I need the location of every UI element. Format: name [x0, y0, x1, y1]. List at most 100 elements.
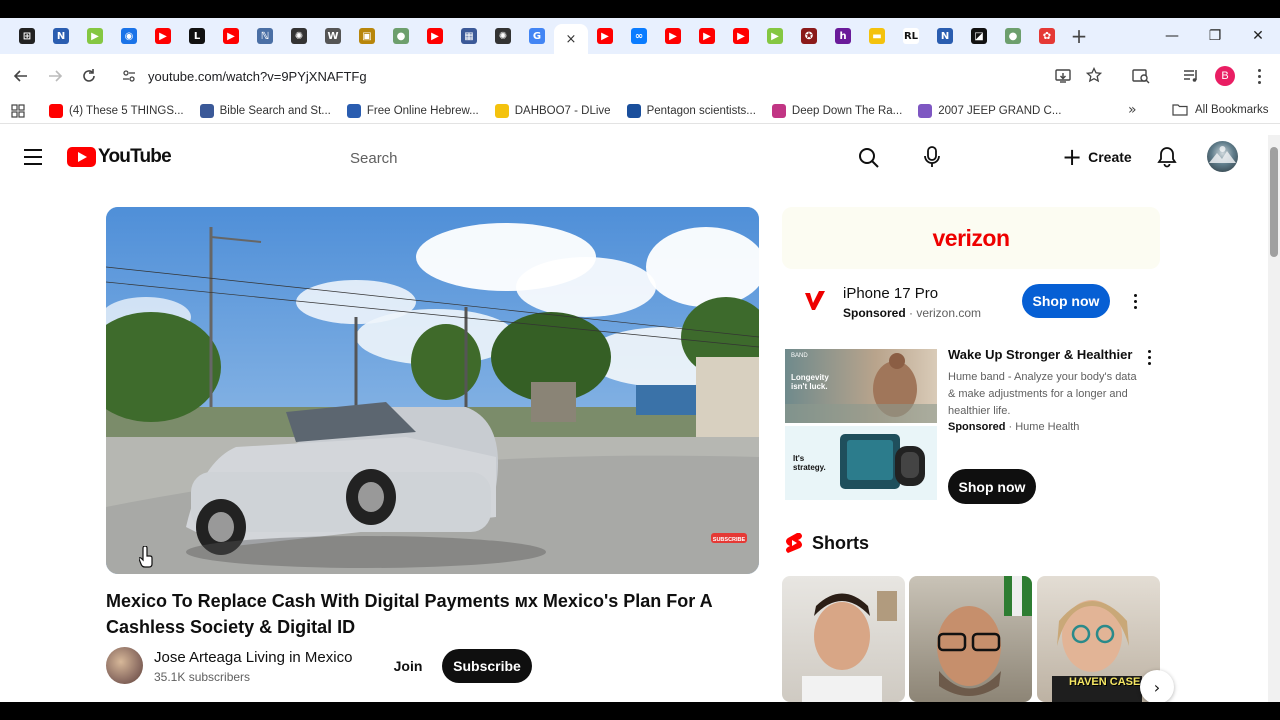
- ad1-shop-now-button[interactable]: Shop now: [1022, 284, 1110, 318]
- short-3-caption: HAVEN CASE: [1069, 676, 1141, 688]
- browser-tab[interactable]: ▶: [758, 23, 792, 49]
- bookmark-star-icon[interactable]: [1086, 67, 1102, 83]
- browser-tab[interactable]: N: [928, 23, 962, 49]
- shorts-next-button[interactable]: ›: [1140, 670, 1174, 704]
- browser-menu-button[interactable]: [1251, 66, 1267, 86]
- youtube-favicon-icon: ▶: [597, 28, 613, 44]
- back-arrow-icon: [13, 70, 27, 82]
- hume-ad-image-bottom[interactable]: It's strategy.: [785, 426, 937, 500]
- channel-name[interactable]: Jose Arteaga Living in Mexico: [154, 649, 352, 666]
- hume-ad-image-top[interactable]: BAND Longevity isn't luck.: [785, 349, 937, 423]
- browser-tab[interactable]: ▣: [350, 23, 384, 49]
- forward-button[interactable]: [38, 59, 72, 93]
- browser-tab[interactable]: ●: [384, 23, 418, 49]
- browser-tab[interactable]: ▦: [452, 23, 486, 49]
- voice-search-button[interactable]: [912, 137, 952, 177]
- bookmarks-bar: (4) These 5 THINGS... Bible Search and St…: [0, 98, 1280, 124]
- browser-tab[interactable]: ▶: [690, 23, 724, 49]
- ad2-more-options-icon[interactable]: [1139, 347, 1159, 367]
- all-bookmarks-button[interactable]: All Bookmarks: [1172, 103, 1269, 117]
- browser-tab[interactable]: W: [316, 23, 350, 49]
- search-box: [335, 139, 841, 177]
- browser-tab[interactable]: ∞: [622, 23, 656, 49]
- tab-search-icon[interactable]: [1132, 68, 1150, 84]
- browser-tab[interactable]: N: [44, 23, 78, 49]
- close-tab-icon: ×: [565, 31, 577, 47]
- browser-tab[interactable]: ▶: [656, 23, 690, 49]
- video-player[interactable]: SUBSCRIBE: [106, 207, 759, 574]
- bookmark-item[interactable]: Deep Down The Ra...: [771, 103, 902, 118]
- browser-tab[interactable]: ▶: [588, 23, 622, 49]
- url-bar[interactable]: youtube.com/watch?v=9PYjXNAFTFg: [112, 59, 1252, 93]
- minimize-button[interactable]: —: [1150, 18, 1194, 54]
- ad2-title[interactable]: Wake Up Stronger & Healthier: [948, 347, 1132, 362]
- search-button[interactable]: [846, 139, 892, 177]
- bookmark-label: Free Online Hebrew...: [366, 104, 479, 117]
- bookmarks-list: (4) These 5 THINGS... Bible Search and St…: [49, 103, 1077, 118]
- browser-tab[interactable]: ▶: [78, 23, 112, 49]
- browser-tab[interactable]: ●: [996, 23, 1030, 49]
- reload-button[interactable]: [72, 59, 106, 93]
- bookmark-item[interactable]: Pentagon scientists...: [626, 103, 756, 118]
- ad1-more-options-icon[interactable]: [1125, 291, 1145, 311]
- site-settings-icon[interactable]: [122, 69, 136, 83]
- new-tab-button[interactable]: +: [1064, 24, 1094, 48]
- guide-menu-button[interactable]: [24, 149, 42, 165]
- search-input[interactable]: [350, 149, 830, 167]
- browser-tab[interactable]: ℕ: [248, 23, 282, 49]
- url-text[interactable]: youtube.com/watch?v=9PYjXNAFTFg: [148, 69, 367, 84]
- browser-tab[interactable]: ◉: [112, 23, 146, 49]
- bookmark-item[interactable]: Free Online Hebrew...: [346, 103, 479, 118]
- bookmarks-overflow-button[interactable]: »: [1128, 102, 1137, 118]
- browser-tab[interactable]: ⊞: [10, 23, 44, 49]
- bookmark-item[interactable]: (4) These 5 THINGS...: [49, 103, 184, 118]
- browser-tab[interactable]: G: [520, 23, 554, 49]
- openai-favicon-icon: ✺: [291, 28, 307, 44]
- subscribe-overlay-badge[interactable]: SUBSCRIBE: [713, 537, 746, 543]
- youtube-favicon-icon: ▶: [733, 28, 749, 44]
- screen-bottom-border: [0, 702, 1280, 720]
- account-avatar[interactable]: [1207, 141, 1238, 172]
- browser-tab[interactable]: RL: [894, 23, 928, 49]
- browser-tab[interactable]: ▶: [146, 23, 180, 49]
- ad1-title[interactable]: iPhone 17 Pro: [843, 285, 938, 302]
- restore-button[interactable]: ❐: [1193, 18, 1237, 54]
- browser-tab[interactable]: ✺: [486, 23, 520, 49]
- browser-tab[interactable]: ◪: [962, 23, 996, 49]
- back-button[interactable]: [4, 59, 38, 93]
- browser-tab[interactable]: L: [180, 23, 214, 49]
- browser-tab[interactable]: ✺: [282, 23, 316, 49]
- notifications-bell-icon[interactable]: [1155, 145, 1179, 169]
- create-button[interactable]: + Create: [1054, 139, 1140, 175]
- bookmark-item[interactable]: 2007 JEEP GRAND C...: [918, 103, 1061, 118]
- close-window-button[interactable]: ✕: [1236, 18, 1280, 54]
- browser-tab[interactable]: ▶: [418, 23, 452, 49]
- browser-tab[interactable]: ×: [554, 24, 588, 54]
- flower-favicon-icon: ✿: [1039, 28, 1055, 44]
- youtube-logo[interactable]: YouTube: [67, 146, 172, 168]
- browser-tab[interactable]: ▬: [860, 23, 894, 49]
- subscribe-button[interactable]: Subscribe: [442, 649, 532, 683]
- verizon-check-logo-icon[interactable]: [798, 284, 832, 318]
- scrollbar-thumb[interactable]: [1270, 147, 1278, 257]
- install-app-icon[interactable]: [1055, 68, 1071, 84]
- browser-tab[interactable]: ▶: [724, 23, 758, 49]
- avatar-favicon-icon: ●: [1005, 28, 1021, 44]
- bookmark-item[interactable]: Bible Search and St...: [199, 103, 331, 118]
- media-control-icon[interactable]: [1183, 68, 1199, 84]
- bookmark-item[interactable]: DAHBOO7 - DLive: [494, 103, 611, 118]
- join-button[interactable]: Join: [382, 649, 434, 683]
- apps-grid-icon[interactable]: [11, 103, 25, 118]
- short-thumbnail-1[interactable]: [782, 576, 905, 702]
- browser-tab[interactable]: ✪: [792, 23, 826, 49]
- verizon-ad-banner[interactable]: verizon: [782, 207, 1160, 269]
- channel-avatar[interactable]: [106, 647, 143, 684]
- page-scrollbar[interactable]: [1268, 135, 1280, 702]
- browser-tab[interactable]: ✿: [1030, 23, 1064, 49]
- profile-avatar[interactable]: B: [1215, 66, 1235, 86]
- hume-tagline-bottom: It's strategy.: [793, 454, 826, 472]
- short-thumbnail-2[interactable]: [909, 576, 1032, 702]
- ad2-shop-now-button[interactable]: Shop now: [948, 469, 1036, 504]
- browser-tab[interactable]: h: [826, 23, 860, 49]
- browser-tab[interactable]: ▶: [214, 23, 248, 49]
